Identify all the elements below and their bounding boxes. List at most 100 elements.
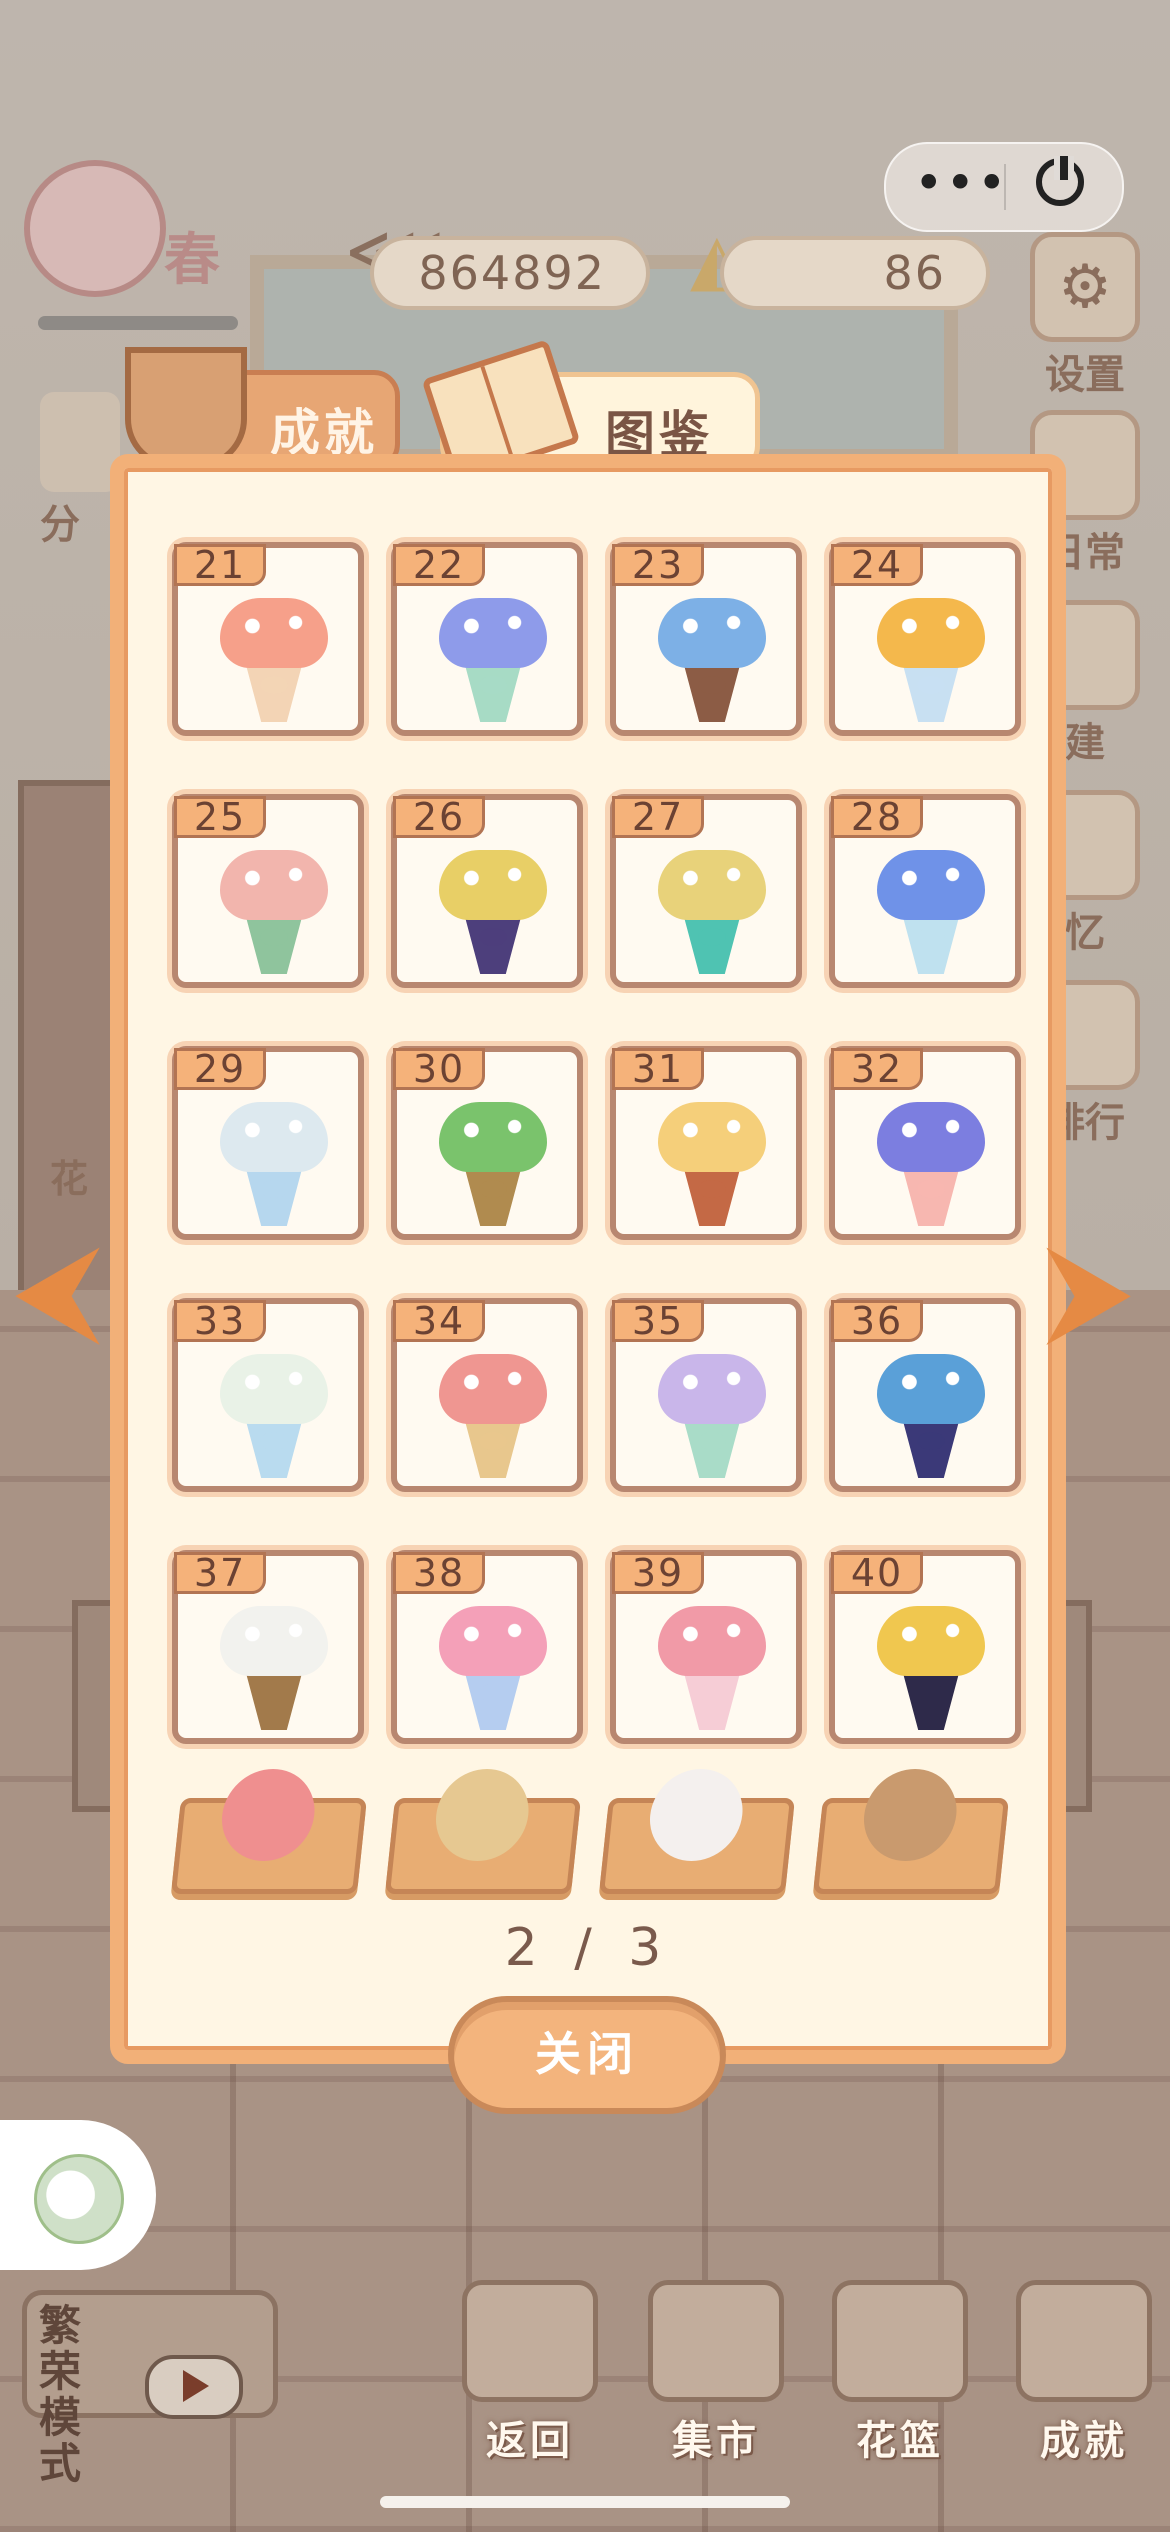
- nav-basket-button[interactable]: 花篮: [830, 2280, 970, 2466]
- bouquet-number: 28: [831, 796, 923, 838]
- bouquet-card[interactable]: 24: [829, 542, 1021, 736]
- bouquet-number: 40: [831, 1552, 923, 1594]
- bouquet-number: 26: [393, 796, 485, 838]
- bouquet-card[interactable]: 22: [391, 542, 583, 736]
- bouquet-icon: [431, 1769, 534, 1861]
- bouquet-card[interactable]: 31: [610, 1046, 802, 1240]
- settings-button[interactable]: ⚙ 设置: [1030, 232, 1140, 400]
- bouquet-subtab[interactable]: [384, 1769, 582, 1894]
- bouquet-icon: [214, 598, 334, 728]
- trophy-icon: [125, 347, 247, 469]
- shelf-label: 花: [50, 1157, 89, 1201]
- bouquet-icon: [433, 1606, 553, 1736]
- bouquet-card[interactable]: 36: [829, 1298, 1021, 1492]
- bouquet-number: 33: [174, 1300, 266, 1342]
- bouquet-icon: [652, 850, 772, 980]
- bouquet-card[interactable]: 21: [172, 542, 364, 736]
- bouquet-icon: [214, 850, 334, 980]
- nav-basket-label: 花篮: [856, 2418, 944, 2464]
- mini-program-capsule: •••: [884, 142, 1124, 232]
- dragonfly-icon: [40, 392, 120, 492]
- collection-modal: 21 22 23 24 25 26 27 28 29 30 31 32 33 34 35 36 37 38 39 40…: [110, 454, 1066, 2064]
- bouquet-card[interactable]: 29: [172, 1046, 364, 1240]
- bouquet-card[interactable]: 26: [391, 794, 583, 988]
- bouquet-number: 21: [174, 544, 266, 586]
- flower-subtab[interactable]: [170, 1769, 368, 1894]
- bouquet-card[interactable]: 35: [610, 1298, 802, 1492]
- nav-achievements-button[interactable]: 成就: [1014, 2280, 1154, 2466]
- share-button[interactable]: 分: [40, 392, 120, 550]
- bouquet-icon: [871, 1354, 991, 1484]
- bouquet-icon: [871, 1606, 991, 1736]
- bouquet-number: 37: [174, 1552, 266, 1594]
- bouquet-card[interactable]: 23: [610, 542, 802, 736]
- bouquet-card[interactable]: 39: [610, 1550, 802, 1744]
- bouquet-number: 38: [393, 1552, 485, 1594]
- bouquet-number: 34: [393, 1300, 485, 1342]
- play-icon: [145, 2355, 243, 2419]
- bouquet-card[interactable]: 40: [829, 1550, 1021, 1744]
- window-icon: [462, 2280, 598, 2402]
- bouquet-card[interactable]: 32: [829, 1046, 1021, 1240]
- nav-back-button[interactable]: 返回: [460, 2280, 600, 2466]
- bouquet-icon: [214, 1354, 334, 1484]
- photo-subtab[interactable]: [812, 1769, 1010, 1894]
- basket-icon: [832, 2280, 968, 2402]
- more-icon[interactable]: •••: [914, 154, 1008, 212]
- bouquet-card[interactable]: 28: [829, 794, 1021, 988]
- bouquet-icon: [652, 1606, 772, 1736]
- bouquet-icon: [652, 1354, 772, 1484]
- bouquet-card[interactable]: 37: [172, 1550, 364, 1744]
- bouquet-card[interactable]: 27: [610, 794, 802, 988]
- trophy-icon: [1016, 2280, 1152, 2402]
- capsule-divider: [1004, 164, 1006, 210]
- season-progress-bar: [38, 316, 238, 330]
- next-page-arrow-icon[interactable]: ⮞: [1050, 1225, 1130, 1355]
- bouquet-number: 22: [393, 544, 485, 586]
- bouquet-icon: [652, 598, 772, 728]
- avatar-button[interactable]: [0, 2120, 156, 2270]
- season-indicator: 春: [14, 160, 254, 297]
- bouquet-number: 29: [174, 1048, 266, 1090]
- cat-subtab[interactable]: [598, 1769, 796, 1894]
- bouquet-card[interactable]: 33: [172, 1298, 364, 1492]
- prosperity-mode-button[interactable]: 繁荣模式: [22, 2290, 278, 2487]
- season-label: 春: [164, 228, 220, 293]
- bouquet-number: 23: [612, 544, 704, 586]
- bouquet-number: 36: [831, 1300, 923, 1342]
- bouquet-icon: [433, 598, 553, 728]
- power-icon[interactable]: [1036, 156, 1084, 206]
- bouquet-icon: [871, 850, 991, 980]
- bouquet-icon: [871, 598, 991, 728]
- market-stall-icon: [648, 2280, 784, 2402]
- flower-icon: [217, 1769, 320, 1861]
- bouquet-icon: [871, 1102, 991, 1232]
- share-label: 分: [40, 502, 80, 548]
- bouquet-card[interactable]: 34: [391, 1298, 583, 1492]
- gear-icon: ⚙: [1030, 232, 1140, 342]
- cheese-currency-counter: 86: [720, 236, 990, 310]
- nav-achievements-label: 成就: [1040, 2418, 1128, 2464]
- close-button[interactable]: 关闭: [448, 1996, 726, 2114]
- bouquet-card[interactable]: 30: [391, 1046, 583, 1240]
- prev-page-arrow-icon[interactable]: ⮜: [18, 1225, 96, 1355]
- bouquet-number: 27: [612, 796, 704, 838]
- bouquet-icon: [433, 850, 553, 980]
- bouquet-icon: [433, 1354, 553, 1484]
- category-subtabs: [164, 1768, 1024, 1894]
- nav-back-label: 返回: [486, 2418, 574, 2464]
- cat-icon: [645, 1769, 748, 1861]
- nav-market-button[interactable]: 集市: [646, 2280, 786, 2466]
- bouquet-number: 35: [612, 1300, 704, 1342]
- home-indicator: [380, 2496, 790, 2508]
- settings-label: 设置: [1045, 352, 1125, 398]
- bouquet-number: 24: [831, 544, 923, 586]
- bouquet-number: 31: [612, 1048, 704, 1090]
- avatar: [34, 2154, 124, 2244]
- bouquet-card[interactable]: 25: [172, 794, 364, 988]
- bouquet-card[interactable]: 38: [391, 1550, 583, 1744]
- mode-label: 繁荣模式: [39, 2301, 82, 2488]
- bouquet-icon: [652, 1102, 772, 1232]
- bouquet-number: 39: [612, 1552, 704, 1594]
- bouquet-icon: [214, 1102, 334, 1232]
